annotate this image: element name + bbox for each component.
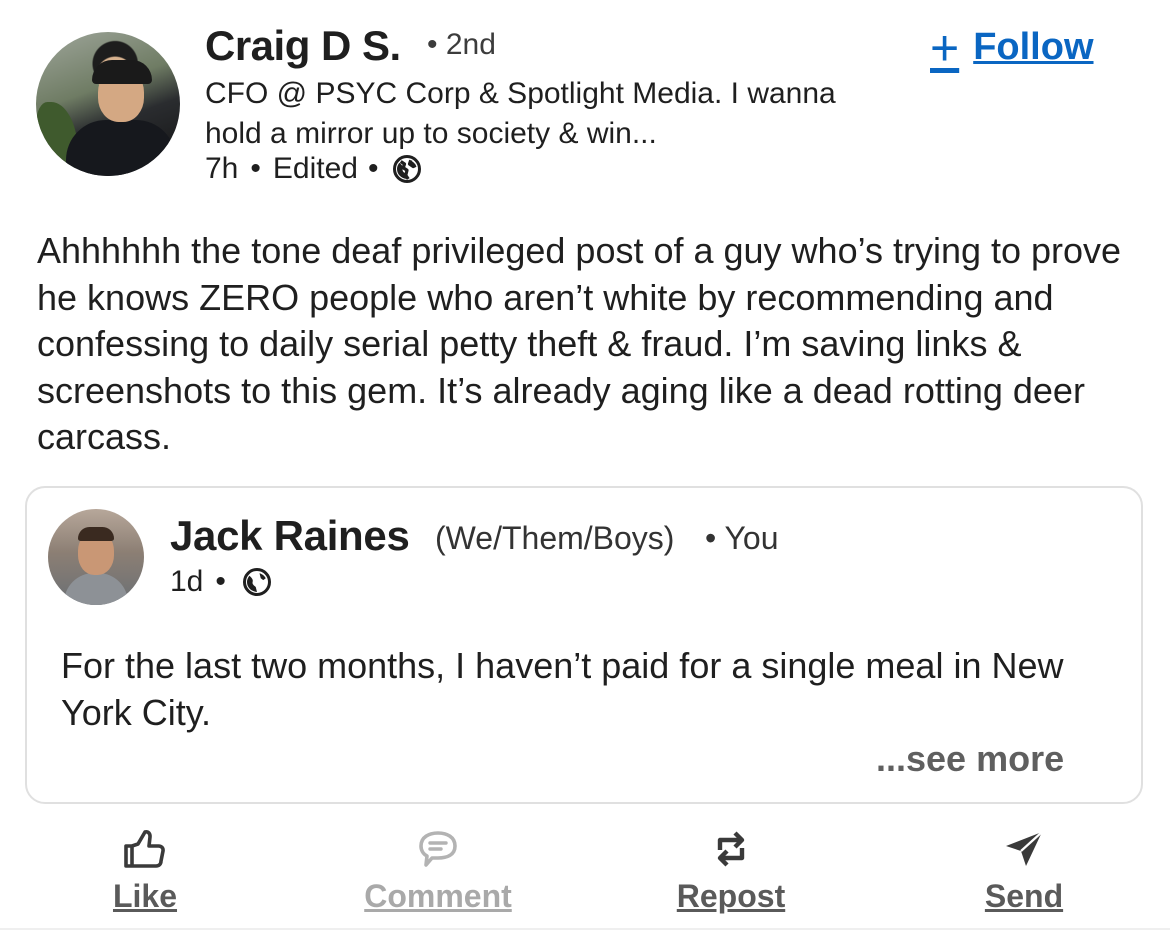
globe-icon xyxy=(242,567,272,597)
avatar-shirt xyxy=(66,120,176,176)
send-icon xyxy=(1006,831,1043,866)
avatar-cap xyxy=(92,60,152,84)
plus-icon: + xyxy=(930,19,960,76)
post-meta: 7h • Edited • xyxy=(205,152,422,186)
like-icon xyxy=(124,829,165,868)
shared-author-avatar[interactable] xyxy=(48,509,144,605)
edited-label: Edited xyxy=(272,152,358,185)
avatar-shirt xyxy=(64,573,128,605)
send-button[interactable]: Send xyxy=(981,824,1067,915)
see-more-link[interactable]: ...see more xyxy=(876,738,1064,780)
globe-icon xyxy=(392,154,422,184)
avatar-hair xyxy=(78,527,114,541)
repost-button[interactable]: Repost xyxy=(672,824,790,915)
like-button[interactable]: Like xyxy=(100,824,190,915)
author-name[interactable]: Craig D S. xyxy=(205,22,401,70)
repost-icon xyxy=(717,831,745,867)
send-label: Send xyxy=(984,878,1064,914)
shared-post-time: 1d xyxy=(170,565,204,598)
like-label: Like xyxy=(112,878,178,914)
comment-icon xyxy=(419,831,457,867)
shared-author-relation: • You xyxy=(705,520,779,556)
shared-post-body: For the last two months, I haven’t paid … xyxy=(61,645,1064,733)
follow-label: Follow xyxy=(973,26,1094,68)
shared-post-meta: 1d • xyxy=(170,565,272,599)
comment-button[interactable]: Comment xyxy=(358,824,518,915)
follow-button[interactable]: + Follow xyxy=(930,19,1094,76)
meta-separator: • xyxy=(250,152,261,185)
shared-author-name[interactable]: Jack Raines xyxy=(170,512,410,560)
meta-separator: • xyxy=(367,152,379,185)
post-time: 7h xyxy=(205,152,239,185)
repost-label: Repost xyxy=(676,878,786,914)
meta-separator: • xyxy=(215,565,226,598)
connection-degree: • 2nd xyxy=(427,28,496,61)
author-avatar[interactable] xyxy=(36,32,180,176)
shared-author-pronouns: (We/Them/Boys) xyxy=(435,520,675,556)
post-body: Ahhhhhh the tone deaf privileged post of… xyxy=(37,230,1122,457)
author-headline: CFO @ PSYC Corp & Spotlight Media. I wan… xyxy=(205,77,836,150)
divider xyxy=(0,928,1170,930)
comment-label: Comment xyxy=(364,878,512,914)
